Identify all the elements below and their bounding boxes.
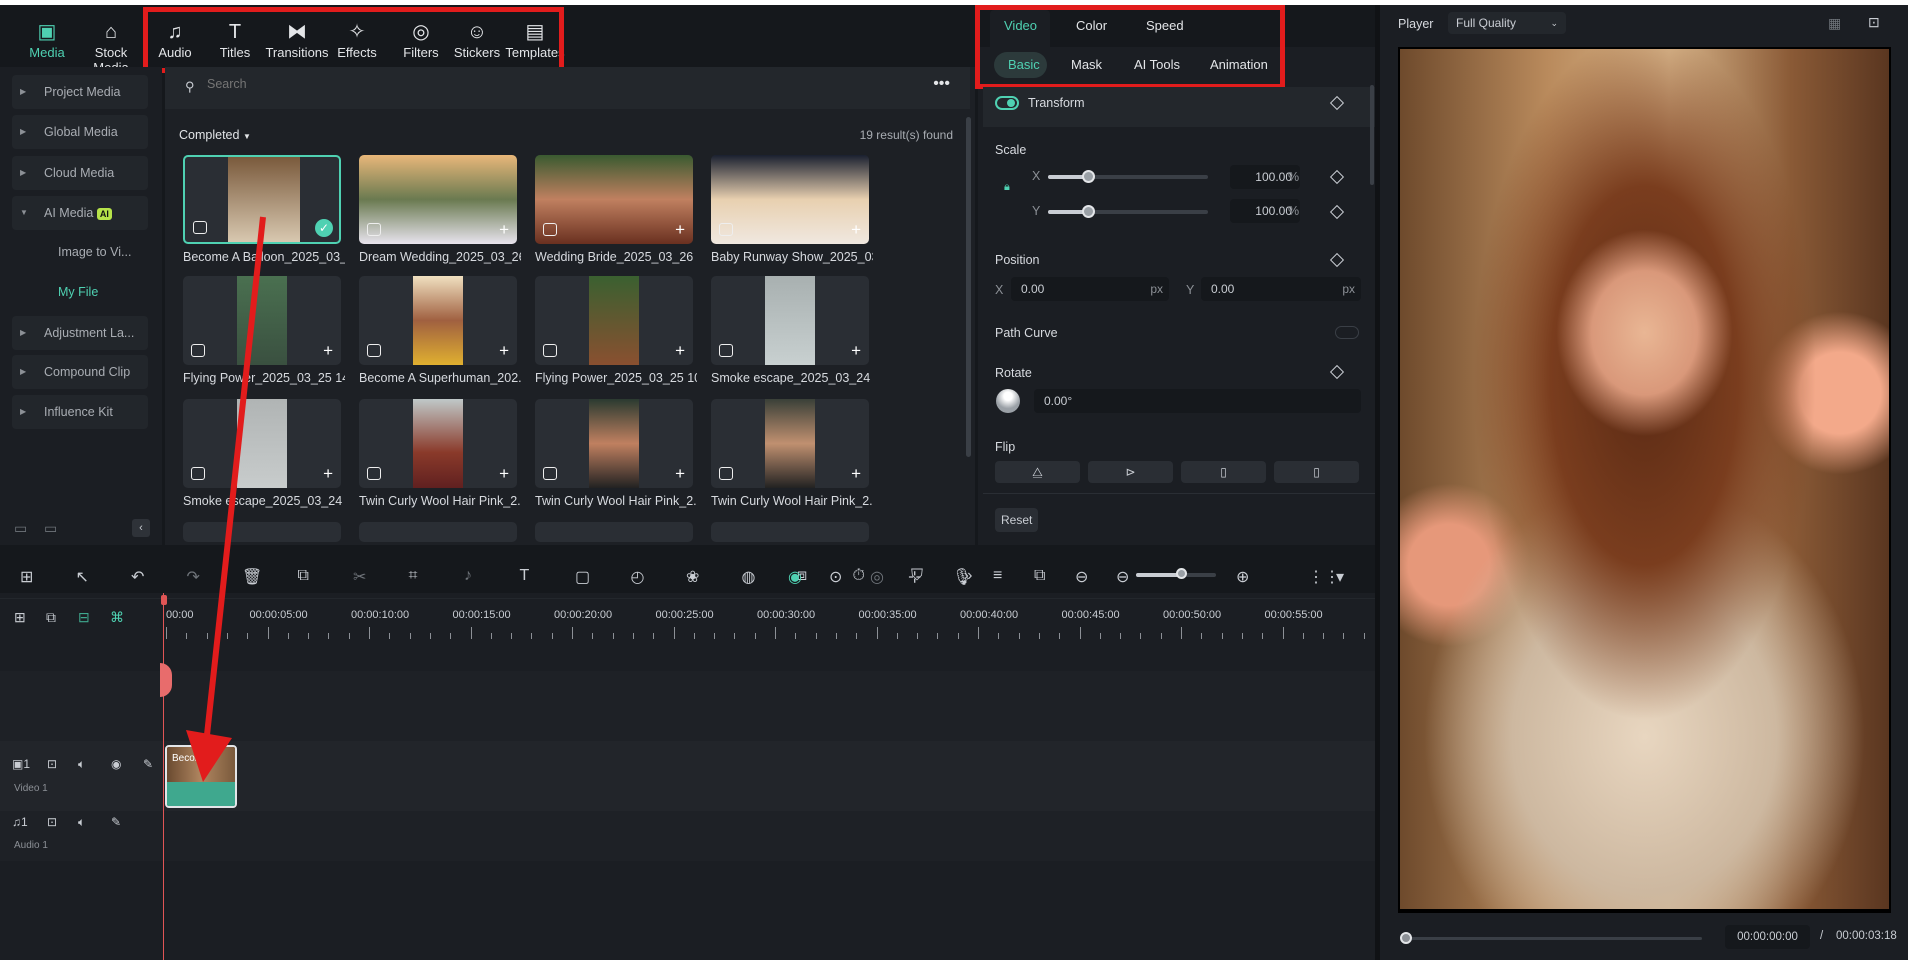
arrow-head bbox=[186, 730, 232, 782]
annotation-arrow bbox=[186, 216, 266, 782]
arrow-shaft bbox=[204, 216, 266, 736]
